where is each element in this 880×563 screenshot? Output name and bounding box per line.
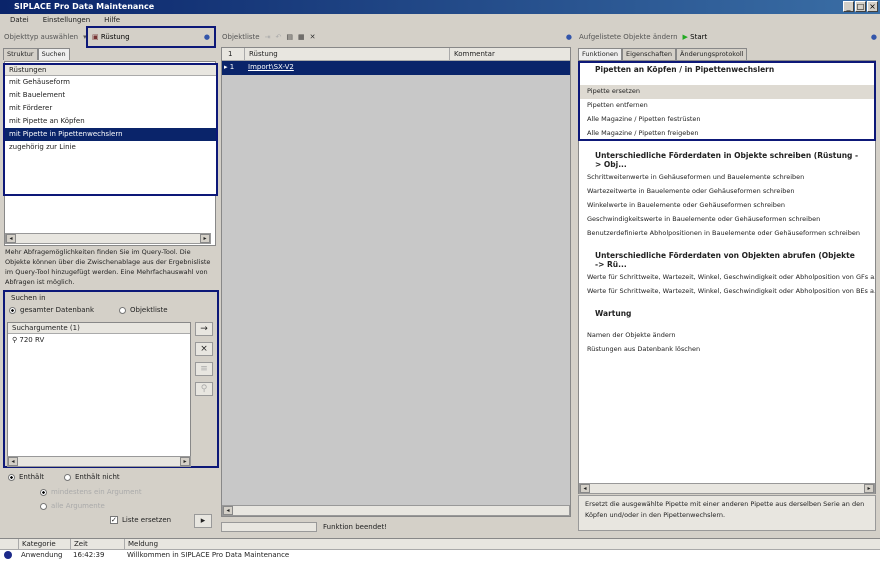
help-icon[interactable]: ● (204, 33, 210, 41)
function-item[interactable]: Pipette ersetzen (579, 85, 875, 99)
list-item[interactable]: zugehörig zur Linie (5, 141, 216, 154)
tab-eigenschaften[interactable]: Eigenschaften (621, 48, 677, 60)
tab-suchen[interactable]: Suchen (37, 48, 70, 60)
horizontal-scrollbar[interactable]: ◂ ▸ (579, 483, 875, 494)
find-argument-button[interactable]: ⚲ (195, 382, 213, 396)
tab-funktionen[interactable]: Funktionen (578, 48, 622, 60)
query-list: Rüstungen mit Gehäuseform mit Bauelement m… (3, 63, 218, 196)
add-argument-button[interactable]: → (195, 322, 213, 336)
insert-icon[interactable]: ⇥ (265, 33, 271, 41)
row-name[interactable]: Import\SX-V2 (244, 61, 449, 75)
function-item[interactable]: Geschwindigkeitswerte in Bauelemente ode… (579, 213, 875, 227)
column-header[interactable]: Rüstung (244, 48, 449, 60)
radio-at-least-one[interactable]: mindestens ein Argument (40, 488, 142, 496)
function-item[interactable]: Winkelwerte in Bauelemente oder Gehäusef… (579, 199, 875, 213)
log-row[interactable]: Anwendung 16:42:39 Willkommen in SIPLACE… (0, 550, 880, 562)
section-title: Unterschiedliche Förderdaten in Objekte … (595, 151, 859, 169)
table-row[interactable]: ▸ 1 Import\SX-V2 (222, 61, 570, 75)
delete-argument-button[interactable]: × (195, 342, 213, 356)
function-item[interactable]: Pipetten entfernen (579, 99, 875, 113)
log-panel: Kategorie Zeit Meldung Anwendung 16:42:3… (0, 538, 880, 563)
radio-objectlist[interactable]: Objektliste (119, 306, 168, 314)
menu-einstellungen[interactable]: Einstellungen (43, 16, 90, 26)
radio-all-args[interactable]: alle Argumente (40, 502, 105, 510)
list-item[interactable]: mit Pipette an Köpfen (5, 115, 216, 128)
search-panel: Suchen in gesamter Datenbank Objektliste… (3, 290, 219, 468)
column-header[interactable]: Zeit (70, 539, 124, 549)
radio-not-contains[interactable]: Enthält nicht (64, 473, 120, 481)
progress-bar (221, 522, 317, 532)
setup-icon: ▣ (92, 33, 99, 41)
title-bar: SIPLACE Pro Data Maintenance (0, 0, 880, 14)
minimize-button[interactable]: _ (843, 1, 854, 12)
search-args-list: Suchargumente (1) ⚲ 720 RV (7, 322, 191, 466)
column-header[interactable]: 1 (222, 48, 244, 60)
horizontal-scrollbar[interactable]: ◂ ▸ (5, 233, 211, 244)
function-item[interactable]: Benutzerdefinierte Abholpositionen in Ba… (579, 227, 875, 241)
search-in-label: Suchen in (11, 294, 46, 302)
column-header[interactable]: Meldung (124, 539, 880, 549)
query-info-text: Mehr Abfragemöglichkeiten finden Sie im … (5, 248, 211, 286)
objectlist-grid: 1 Rüstung Kommentar ▸ 1 Import\SX-V2 ◂ (221, 47, 571, 517)
tab-aenderungsprotokoll[interactable]: Änderungsprotokoll (676, 48, 748, 60)
tab-struktur[interactable]: Struktur (3, 48, 38, 60)
function-description: Ersetzt die ausgewählte Pipette mit eine… (578, 495, 876, 531)
function-item[interactable]: Wartezeitwerte in Bauelemente oder Gehäu… (579, 185, 875, 199)
section-title: Wartung (595, 309, 632, 318)
menu-hilfe[interactable]: Hilfe (104, 16, 120, 26)
replace-list-checkbox[interactable]: ✓ Liste ersetzen (110, 516, 171, 524)
objecttype-selector[interactable]: ▣ Rüstung ● (86, 26, 216, 48)
play-icon: ▶ (682, 33, 688, 41)
maximize-button[interactable]: □ (855, 1, 866, 12)
function-item[interactable]: Alle Magazine / Pipetten freigeben (579, 127, 875, 141)
column-header[interactable]: Kommentar (449, 48, 570, 60)
radio-contains[interactable]: Enthält (8, 473, 44, 481)
list-item[interactable]: mit Gehäuseform (5, 76, 216, 89)
function-item[interactable]: Schrittweitenwerte in Gehäuseformen und … (579, 171, 875, 185)
function-item[interactable]: Alle Magazine / Pipetten festrüsten (579, 113, 875, 127)
objecttype-value: Rüstung (100, 33, 130, 41)
objectlist-title: Objektliste (222, 33, 260, 41)
start-button[interactable]: ▶ Start (683, 33, 708, 41)
status-text: Funktion beendet! (323, 523, 387, 531)
functions-list: Pipetten an Köpfen / in Pipettenwechsler… (578, 60, 876, 494)
run-search-button[interactable]: ▸ (194, 514, 212, 528)
grid-icon[interactable]: ▦ (298, 33, 305, 41)
radio-database[interactable]: gesamter Datenbank (9, 306, 94, 314)
window-title: SIPLACE Pro Data Maintenance (14, 2, 155, 11)
list-item[interactable]: ⚲ 720 RV (8, 334, 190, 347)
args-scrollbar[interactable]: ◂ ▸ (7, 456, 191, 467)
args-header: Suchargumente (1) (8, 323, 190, 334)
function-item[interactable]: Rüstungen aus Datenbank löschen (579, 343, 875, 357)
function-item[interactable]: Werte für Schrittweite, Wartezeit, Winke… (579, 271, 875, 285)
help-icon[interactable]: ● (871, 33, 877, 41)
list-icon[interactable]: ▤ (286, 33, 293, 41)
menu-datei[interactable]: Datei (10, 16, 29, 26)
objecttype-label: Objekttyp auswählen (4, 33, 79, 41)
section-title: Unterschiedliche Förderdaten von Objekte… (595, 251, 855, 269)
list-header: Rüstungen (5, 65, 216, 76)
list-item[interactable]: mit Bauelement (5, 89, 216, 102)
column-header[interactable]: Kategorie (18, 539, 70, 549)
undo-icon[interactable]: ↶ (275, 33, 281, 41)
edit-argument-button[interactable]: ≡ (195, 362, 213, 376)
info-icon (4, 551, 12, 559)
help-icon[interactable]: ● (566, 33, 572, 41)
list-item[interactable]: mit Pipette in Pipettenwechslern (5, 128, 216, 141)
nozzle-icon: ⚲ (12, 336, 18, 344)
function-item[interactable]: Werte für Schrittweite, Wartezeit, Winke… (579, 285, 875, 299)
functions-title: Aufgelistete Objekte ändern (579, 33, 678, 41)
delete-icon[interactable]: ✕ (310, 33, 316, 41)
section-title: Pipetten an Köpfen / in Pipettenwechsler… (595, 65, 775, 74)
close-button[interactable]: × (867, 1, 878, 12)
horizontal-scrollbar[interactable]: ◂ (222, 505, 570, 516)
function-item[interactable]: Namen der Objekte ändern (579, 329, 875, 343)
list-item[interactable]: mit Förderer (5, 102, 216, 115)
